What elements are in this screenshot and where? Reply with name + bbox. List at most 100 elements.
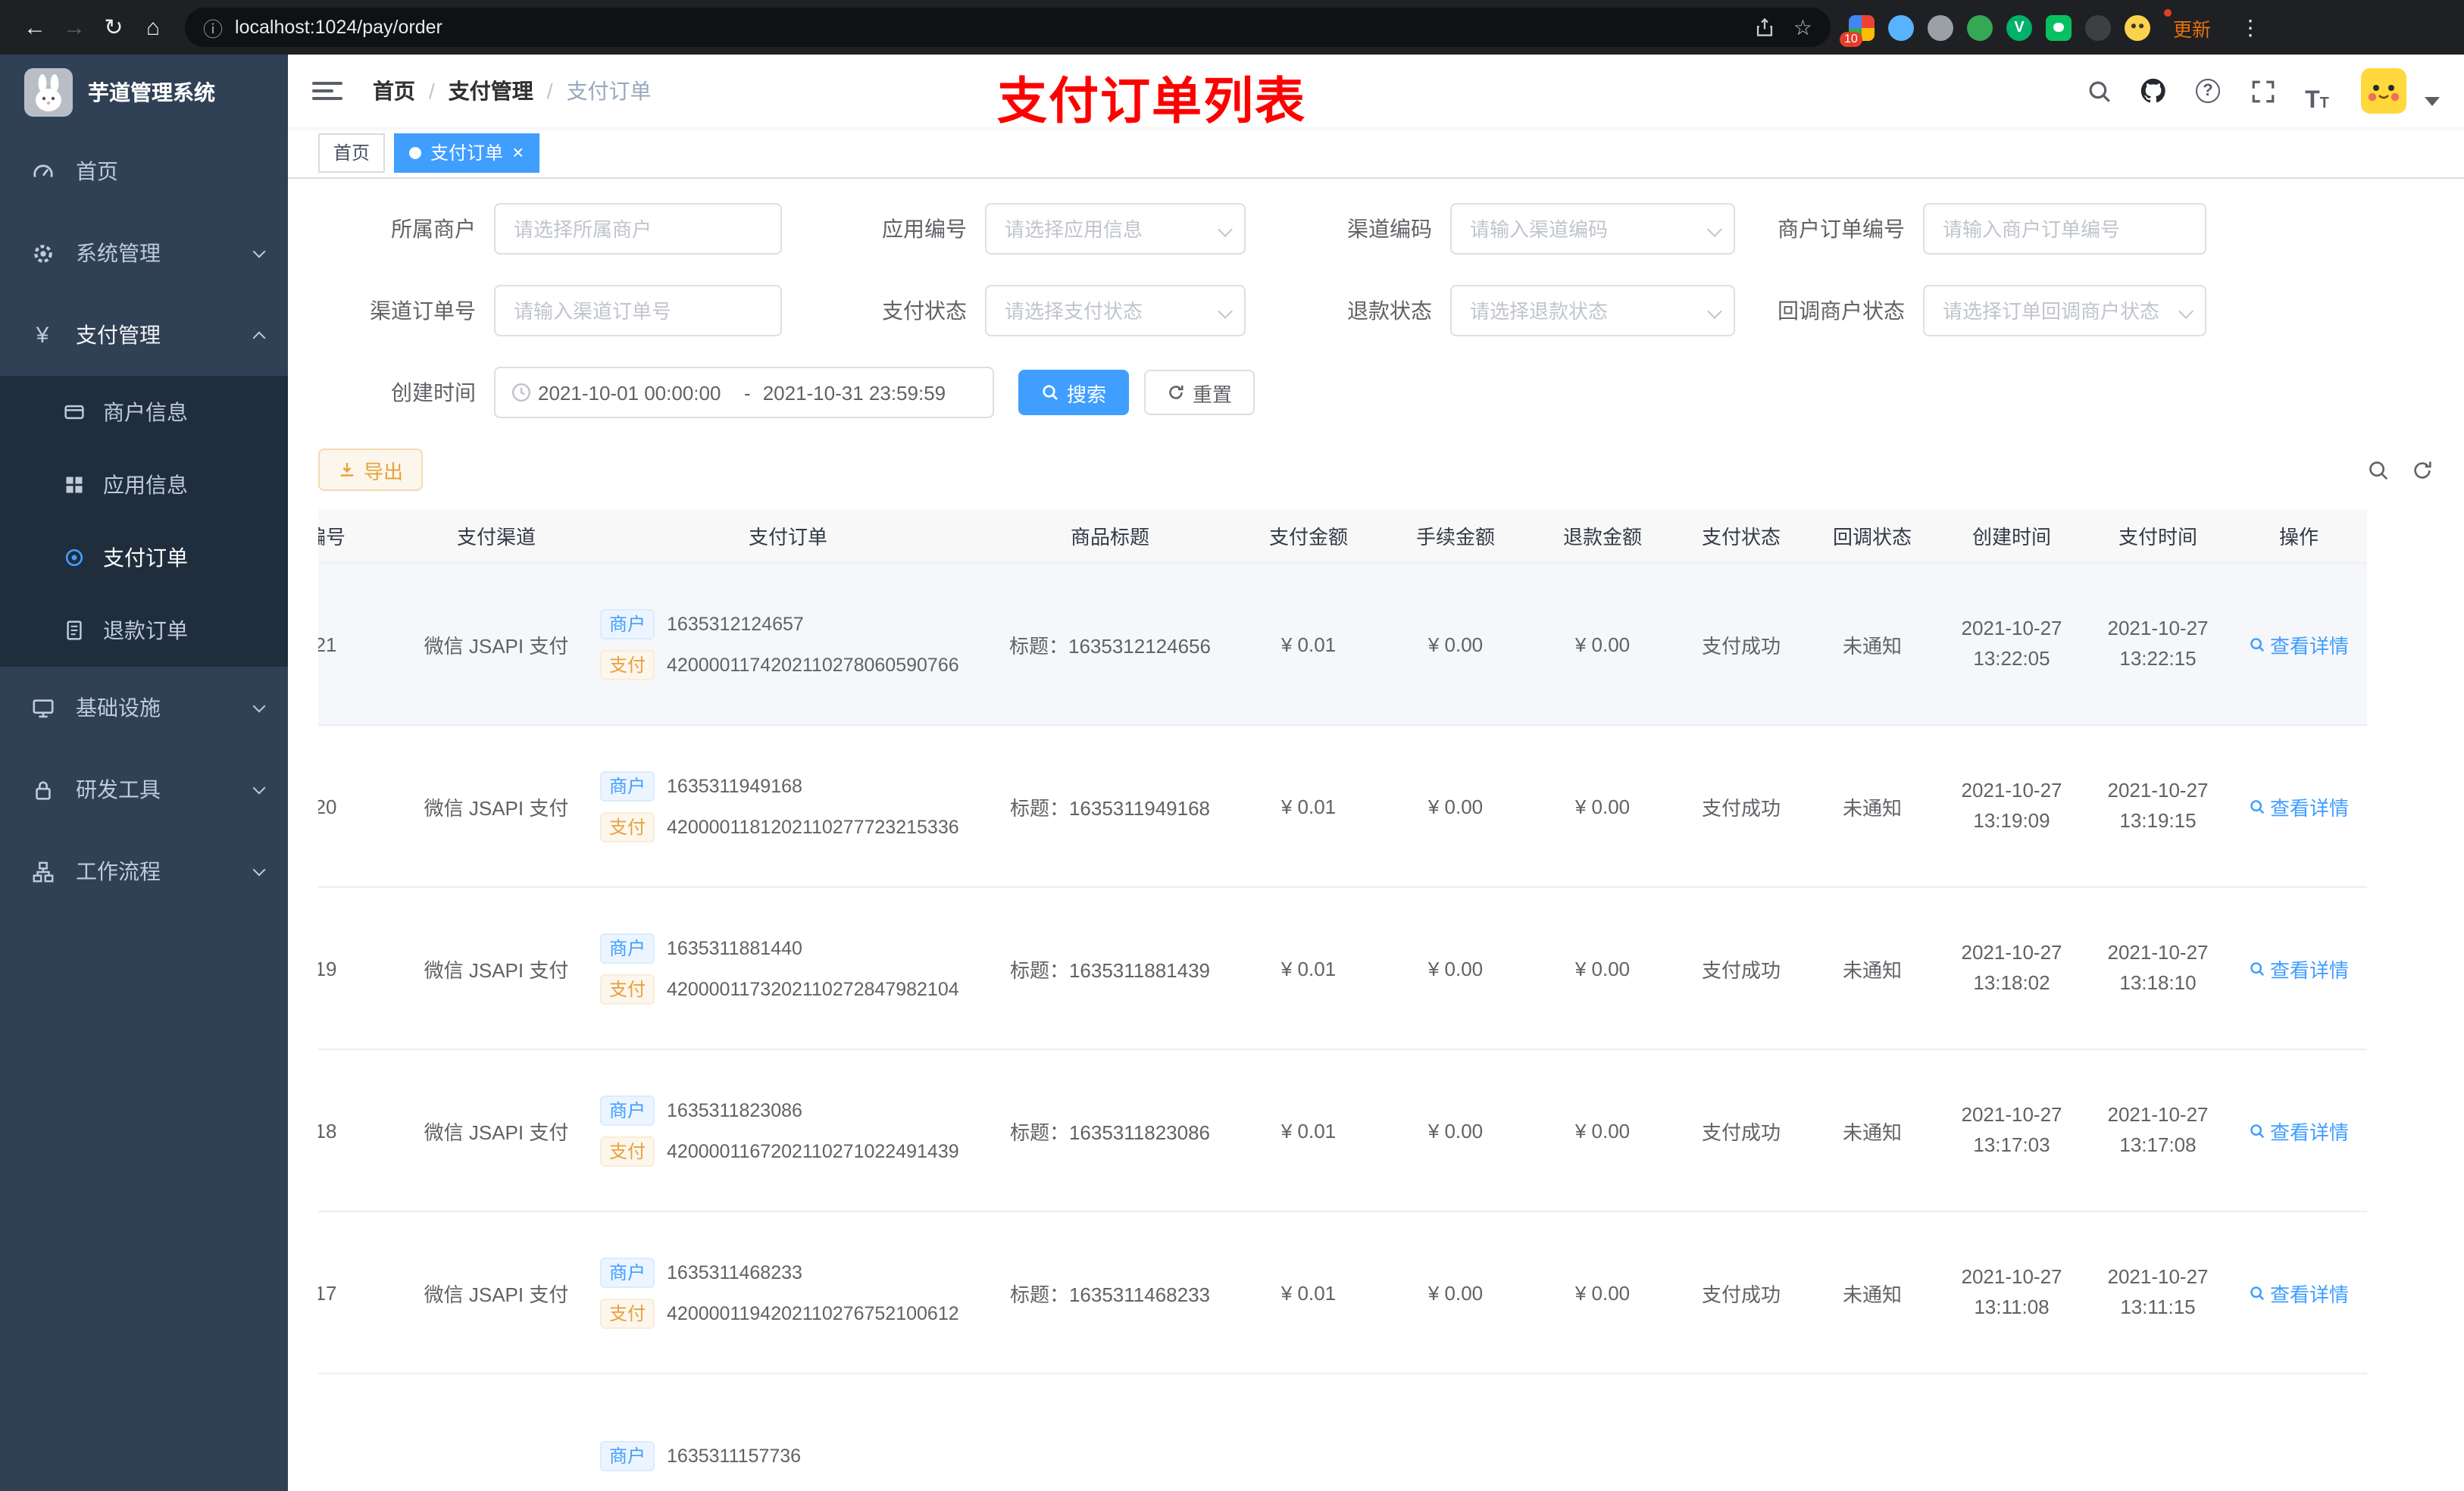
- back-icon[interactable]: ←: [15, 8, 55, 47]
- pay-tag: 支付: [600, 1136, 655, 1166]
- browser-menu-icon[interactable]: ⋮: [2240, 14, 2261, 40]
- github-icon[interactable]: [2131, 68, 2176, 114]
- extension-drop-icon[interactable]: [1888, 14, 1914, 40]
- view-detail-link[interactable]: 查看详情: [2249, 954, 2349, 983]
- grid-icon: [64, 474, 85, 495]
- lock-icon: [30, 777, 55, 802]
- share-icon[interactable]: [1756, 17, 1775, 38]
- app-logo[interactable]: 芋道管理系统: [0, 55, 288, 130]
- cell-pay-time: 2021-10-27 13:22:15: [2107, 616, 2209, 670]
- search-button[interactable]: 搜索: [1018, 370, 1130, 415]
- date-range-picker[interactable]: -: [494, 367, 994, 418]
- cell-notify: 未通知: [1842, 958, 1902, 981]
- export-button[interactable]: 导出: [318, 449, 424, 491]
- view-detail-link[interactable]: 查看详情: [2249, 1116, 2349, 1145]
- sidebar-toggle-icon[interactable]: [312, 76, 342, 106]
- home-icon[interactable]: ⌂: [133, 8, 173, 47]
- update-button[interactable]: 更新: [2164, 8, 2220, 45]
- channel-code-select[interactable]: [1450, 203, 1735, 255]
- cell-channel: 微信 JSAPI 支付: [424, 958, 569, 981]
- reset-button-label: 重置: [1193, 383, 1233, 405]
- sidebar-item-devtools[interactable]: 研发工具: [0, 749, 288, 830]
- sidebar-item-infrastructure[interactable]: 基础设施: [0, 667, 288, 749]
- merchant-tag: 商户: [600, 1257, 655, 1287]
- cell-pay-time: 2021-10-27 13:11:15: [2107, 1264, 2209, 1318]
- extension-green-icon[interactable]: [1967, 14, 1993, 40]
- sidebar-item-system[interactable]: 系统管理: [0, 212, 288, 294]
- extensions-area: 10 更新 ⋮: [1840, 8, 2261, 46]
- header-actions: ? TT: [2076, 68, 2440, 114]
- sidebar-item-merchant-info[interactable]: 商户信息: [0, 376, 288, 449]
- sidebar-item-app-info[interactable]: 应用信息: [0, 449, 288, 521]
- col-action: 操作: [2278, 526, 2319, 549]
- breadcrumb-payment[interactable]: 支付管理: [449, 76, 533, 106]
- cell-status: 支付成功: [1701, 796, 1781, 819]
- extension-pin-icon[interactable]: [2085, 14, 2111, 40]
- tab-home[interactable]: 首页: [318, 133, 386, 172]
- breadcrumb-home[interactable]: 首页: [373, 76, 415, 106]
- view-detail-link[interactable]: 查看详情: [2249, 630, 2349, 658]
- view-detail-link[interactable]: 查看详情: [2249, 1278, 2349, 1307]
- reset-button[interactable]: 重置: [1144, 370, 1255, 415]
- merchant-tag: 商户: [600, 933, 655, 963]
- payment-submenu: 商户信息 应用信息 支付订单 退款订单: [0, 376, 288, 667]
- cell-notify: 未通知: [1842, 634, 1902, 657]
- extension-chat-icon[interactable]: [2046, 14, 2072, 40]
- cell-notify: 未通知: [1842, 796, 1902, 819]
- filter-notify-status: 回调商户状态: [1735, 285, 2206, 336]
- channel-pay-no: 4200001173202110272847982104: [667, 978, 959, 999]
- extension-v-icon[interactable]: [2006, 14, 2032, 40]
- refund-status-select[interactable]: [1450, 285, 1735, 336]
- extension-gray-icon[interactable]: [1928, 14, 1953, 40]
- refresh-table-icon[interactable]: [2411, 458, 2434, 481]
- cell-amount: ¥ 0.01: [1280, 957, 1337, 980]
- cell-status: 支付成功: [1701, 634, 1781, 657]
- sidebar-item-payment[interactable]: ¥ 支付管理: [0, 294, 288, 376]
- bookmark-star-icon[interactable]: ☆: [1793, 14, 1812, 40]
- fullscreen-icon[interactable]: [2240, 68, 2285, 114]
- app-select[interactable]: [985, 203, 1246, 255]
- address-bar[interactable]: ⓘ localhost:1024/pay/order ☆: [185, 8, 1831, 47]
- notify-status-select[interactable]: [1923, 285, 2206, 336]
- field-label: 退款状态: [1347, 299, 1432, 323]
- search-icon[interactable]: [2076, 68, 2122, 114]
- cell-id: 17: [318, 1281, 337, 1304]
- sidebar-item-refund-order[interactable]: 退款订单: [0, 594, 288, 667]
- extension-face-icon[interactable]: [2125, 14, 2150, 40]
- date-end-input[interactable]: [762, 381, 957, 404]
- field-label: 创建时间: [391, 380, 476, 405]
- extension-colorful-icon[interactable]: 10: [1840, 14, 1875, 46]
- user-avatar[interactable]: [2361, 68, 2406, 114]
- breadcrumb: 首页 / 支付管理 / 支付订单: [373, 76, 652, 106]
- sitemap-icon: [30, 859, 55, 883]
- forward-icon[interactable]: →: [55, 8, 94, 47]
- channel-order-no-input[interactable]: [494, 285, 782, 336]
- orders-table: 编号 支付渠道 支付订单 商品标题 支付金额 手续金额 退款金额 支付状态 回调…: [318, 509, 2434, 1491]
- table-row: 19 微信 JSAPI 支付 商户 1635311881440 支付 4200001…: [318, 888, 2367, 1050]
- help-icon[interactable]: ?: [2185, 68, 2231, 114]
- merchant-order-no-input[interactable]: [1923, 203, 2206, 255]
- date-start-input[interactable]: [538, 381, 732, 404]
- user-menu-caret-icon[interactable]: [2425, 97, 2440, 106]
- pay-status-select[interactable]: [985, 285, 1246, 336]
- cell-refund: ¥ 0.00: [1574, 1281, 1631, 1304]
- font-size-icon[interactable]: TT: [2294, 68, 2340, 114]
- cell-action: 查看详情: [2231, 564, 2367, 724]
- refresh-icon: [1169, 385, 1184, 399]
- toggle-search-icon[interactable]: [2367, 458, 2390, 481]
- tab-pay-order[interactable]: 支付订单 ×: [394, 133, 539, 172]
- reload-icon[interactable]: ↻: [94, 8, 133, 47]
- cell-amount: ¥ 0.01: [1280, 1119, 1337, 1142]
- view-detail-link[interactable]: 查看详情: [2249, 792, 2349, 821]
- tab-close-icon[interactable]: ×: [512, 142, 524, 162]
- sidebar-item-home[interactable]: 首页: [0, 130, 288, 212]
- site-info-icon[interactable]: ⓘ: [203, 13, 223, 42]
- update-notification-dot: [2164, 8, 2172, 16]
- sidebar-item-label: 首页: [76, 159, 118, 183]
- cell-channel: 微信 JSAPI 支付: [424, 1283, 569, 1305]
- sidebar-item-workflow[interactable]: 工作流程: [0, 830, 288, 912]
- sidebar-item-pay-order[interactable]: 支付订单: [0, 521, 288, 594]
- merchant-input[interactable]: [494, 203, 782, 255]
- cell-notify: 未通知: [1842, 1283, 1902, 1305]
- field-label: 商户订单编号: [1778, 217, 1905, 241]
